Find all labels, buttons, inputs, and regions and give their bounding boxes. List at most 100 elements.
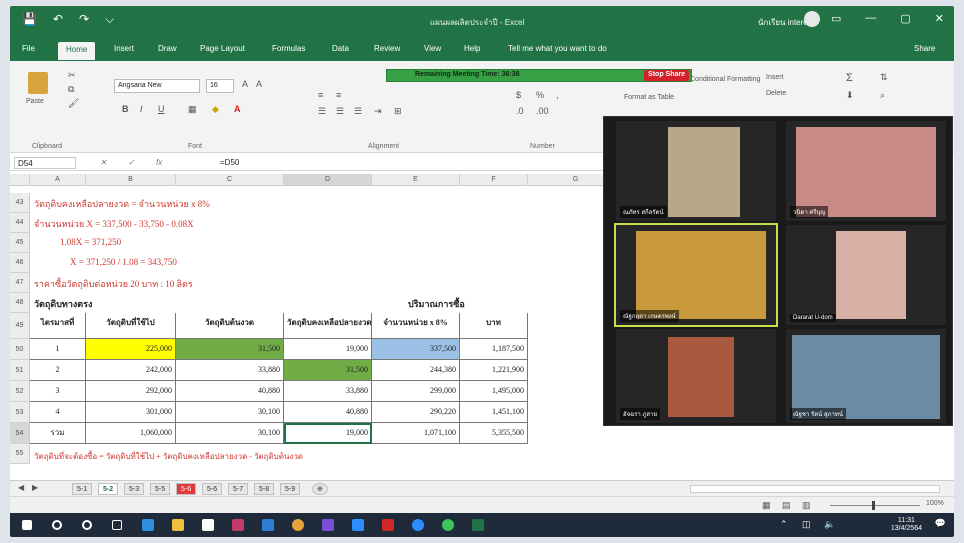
horizontal-scrollbar[interactable] — [690, 485, 940, 493]
table-cell[interactable]: 1,060,000 — [86, 423, 176, 444]
table-cell[interactable]: 30,100 — [176, 423, 284, 444]
tab-view[interactable]: View — [424, 44, 441, 53]
paste-icon[interactable] — [28, 72, 48, 94]
column-header-a[interactable]: A — [30, 174, 86, 186]
sheet-tab[interactable]: 5-8 — [254, 483, 275, 495]
column-header-b[interactable]: B — [86, 174, 176, 186]
table-cell[interactable]: 292,000 — [86, 381, 176, 402]
video-tile-active-speaker[interactable]: ณัฐกฤตา เกษตรพงษ์ — [614, 223, 778, 327]
avatar[interactable] — [804, 11, 820, 27]
column-header-e[interactable]: E — [372, 174, 460, 186]
table-cell[interactable]: 31,500 — [284, 360, 372, 381]
table-header[interactable]: ไตรมาสที่ — [30, 313, 86, 339]
share-button[interactable]: Share — [914, 44, 935, 53]
font-name-select[interactable]: Angsana New — [114, 79, 200, 93]
tray-up-icon[interactable]: ⌃ — [780, 519, 788, 530]
zoom-icon[interactable] — [352, 519, 364, 531]
redo-icon[interactable]: ↷ — [79, 12, 89, 27]
sheet-tab[interactable]: 5-6 — [202, 483, 223, 495]
table-cell[interactable]: 225,000 — [86, 339, 176, 360]
tab-help[interactable]: Help — [464, 44, 480, 53]
add-sheet-button[interactable]: ⊕ — [312, 483, 328, 495]
paste-label[interactable]: Paste — [26, 98, 44, 105]
table-cell[interactable]: 2 — [30, 360, 86, 381]
notifications-icon[interactable]: 💬 — [935, 518, 946, 529]
video-tile[interactable]: อัจฉรา ภูสาย — [616, 329, 776, 423]
zoom-slider-thumb[interactable] — [872, 501, 875, 510]
insert-cells-button[interactable]: Insert — [766, 74, 784, 81]
table-cell[interactable]: 33,880 — [176, 360, 284, 381]
row-header[interactable]: 46 — [10, 253, 30, 273]
row-header[interactable]: 48 — [10, 293, 30, 313]
format-painter-icon[interactable]: 🖌 — [68, 98, 79, 109]
font-color-icon[interactable]: A — [234, 104, 241, 114]
align-right-icon[interactable]: ☰ — [354, 106, 362, 117]
minimize-icon[interactable]: — — [865, 12, 876, 25]
maximize-icon[interactable]: ▢ — [900, 12, 910, 25]
table-header[interactable]: บาท — [460, 313, 528, 339]
decrease-font-icon[interactable]: A — [256, 79, 262, 89]
tab-insert[interactable]: Insert — [114, 44, 134, 53]
row-header[interactable]: 55 — [10, 444, 30, 464]
sort-filter-icon[interactable]: ⇅ — [880, 72, 888, 83]
autosum-icon[interactable]: Σ — [846, 72, 853, 84]
task-view-icon[interactable] — [112, 520, 122, 530]
sheet-tab[interactable]: 5-2 — [98, 483, 119, 495]
tell-me-search[interactable]: Tell me what you want to do — [508, 44, 607, 53]
page-break-view-icon[interactable]: ▥ — [802, 500, 811, 511]
column-header-d[interactable]: D — [284, 174, 372, 186]
table-cell[interactable]: 242,000 — [86, 360, 176, 381]
percent-icon[interactable]: % — [536, 90, 544, 100]
align-left-icon[interactable]: ☰ — [318, 106, 326, 117]
table-header[interactable]: วัตถุดิบคงเหลือปลายงวด — [284, 313, 372, 339]
borders-icon[interactable]: ▦ — [188, 104, 197, 115]
undo-icon[interactable]: ↶ — [53, 12, 63, 27]
accounting-format-icon[interactable]: $ — [516, 90, 521, 100]
table-cell[interactable]: 4 — [30, 402, 86, 423]
row-header[interactable]: 54 — [10, 423, 30, 444]
sheet-tab[interactable]: 5-1 — [72, 483, 93, 495]
row-header[interactable]: 44 — [10, 213, 30, 233]
store-icon[interactable] — [202, 519, 214, 531]
row-header[interactable]: 45 — [10, 233, 30, 253]
copy-icon[interactable]: ⧉ — [68, 84, 74, 95]
row-header[interactable]: 43 — [10, 193, 30, 213]
messenger-icon[interactable] — [442, 519, 454, 531]
row-header[interactable]: 49 — [10, 313, 30, 339]
tab-data[interactable]: Data — [332, 44, 349, 53]
next-sheet-icon[interactable]: ▶ — [32, 483, 38, 492]
stop-share-button[interactable]: Stop Share — [644, 70, 689, 81]
ribbon-display-icon[interactable]: ▭ — [831, 12, 841, 25]
row-header[interactable]: 50 — [10, 339, 30, 360]
note-row-45[interactable]: 1.08X = 371,250 — [60, 237, 121, 247]
tab-page-layout[interactable]: Page Layout — [200, 44, 245, 53]
table-header[interactable]: จำนวนหน่วย x 8% — [372, 313, 460, 339]
pdf-icon[interactable] — [382, 519, 394, 531]
excel-icon[interactable] — [472, 519, 484, 531]
file-explorer-icon[interactable] — [172, 519, 184, 531]
select-all-corner[interactable] — [10, 174, 30, 186]
note-row-43[interactable]: วัตถุดิบคงเหลือปลายงวด = จำนวนหน่วย x 8% — [34, 197, 210, 211]
chrome-icon[interactable] — [292, 519, 304, 531]
underline-icon[interactable]: U — [158, 104, 165, 114]
note-row-44[interactable]: จำนวนหน่วย X = 337,500 - 33,750 - 0.08X — [34, 217, 194, 231]
edge-icon[interactable] — [142, 519, 154, 531]
enter-icon[interactable]: ✓ — [128, 158, 135, 167]
video-tile[interactable]: ณภัทร สกีลรัตน์ — [616, 121, 776, 221]
tab-file[interactable]: File — [22, 44, 35, 53]
selected-cell[interactable]: 19,000 — [284, 423, 372, 444]
align-middle-icon[interactable]: ≡ — [336, 90, 341, 100]
formula-input[interactable]: =D50 — [220, 158, 239, 167]
fill-icon[interactable]: ⬇ — [846, 90, 854, 101]
table-cell[interactable]: 1,187,500 — [460, 339, 528, 360]
tab-review[interactable]: Review — [374, 44, 400, 53]
normal-view-icon[interactable]: ▦ — [762, 500, 771, 511]
table-cell[interactable]: 244,380 — [372, 360, 460, 381]
table-header[interactable]: วัตถุดิบต้นงวด — [176, 313, 284, 339]
decrease-decimal-icon[interactable]: .00 — [536, 106, 549, 116]
video-tile[interactable]: Dararat U-dom — [786, 225, 946, 325]
table-cell[interactable]: 290,220 — [372, 402, 460, 423]
close-icon[interactable]: ✕ — [935, 12, 944, 25]
table-cell[interactable]: 1 — [30, 339, 86, 360]
table-cell[interactable]: 301,000 — [86, 402, 176, 423]
